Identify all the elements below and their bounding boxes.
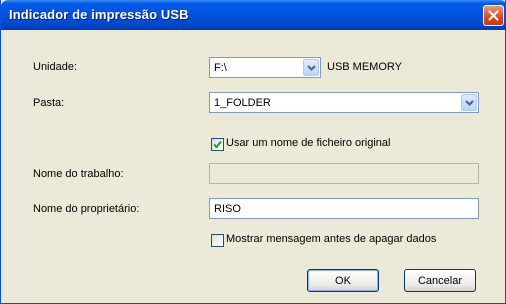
- checkmark-icon: [213, 140, 222, 149]
- chevron-down-icon: [464, 99, 474, 106]
- chevron-down-icon: [306, 64, 316, 71]
- pasta-label: Pasta:: [33, 97, 65, 109]
- cancel-button[interactable]: Cancelar: [404, 269, 476, 292]
- unidade-select[interactable]: F:\: [209, 57, 321, 78]
- unidade-dropdown-button[interactable]: [303, 59, 319, 76]
- close-button[interactable]: [483, 5, 504, 26]
- pasta-value: 1_FOLDER: [214, 97, 271, 109]
- mostrar-mensagem-checkbox[interactable]: [211, 234, 224, 247]
- dialog-window: Indicador de impressão USB Unidade: F:\ …: [0, 0, 506, 304]
- nome-proprietario-input[interactable]: RISO: [209, 198, 479, 219]
- nome-proprietario-value: RISO: [214, 203, 241, 215]
- ok-button[interactable]: OK: [307, 269, 379, 292]
- pasta-dropdown-button[interactable]: [461, 94, 477, 111]
- pasta-select[interactable]: 1_FOLDER: [209, 92, 479, 113]
- close-icon: [488, 10, 499, 21]
- unidade-value: F:\: [214, 62, 227, 74]
- dialog-body: Unidade: F:\ USB MEMORY Pasta: 1_FOLDER …: [4, 30, 502, 300]
- unidade-label: Unidade:: [33, 61, 78, 73]
- usar-nome-original-label[interactable]: Usar um nome de ficheiro original: [226, 137, 390, 149]
- unidade-device-name: USB MEMORY: [327, 61, 402, 73]
- usar-nome-original-checkbox[interactable]: [211, 138, 224, 151]
- nome-trabalho-label: Nome do trabalho:: [33, 168, 124, 180]
- window-title: Indicador de impressão USB: [9, 7, 189, 22]
- nome-proprietario-label: Nome do proprietário:: [33, 203, 140, 215]
- mostrar-mensagem-label[interactable]: Mostrar mensagem antes de apagar dados: [226, 233, 436, 245]
- nome-trabalho-input[interactable]: [209, 163, 479, 184]
- title-bar[interactable]: Indicador de impressão USB: [1, 0, 506, 30]
